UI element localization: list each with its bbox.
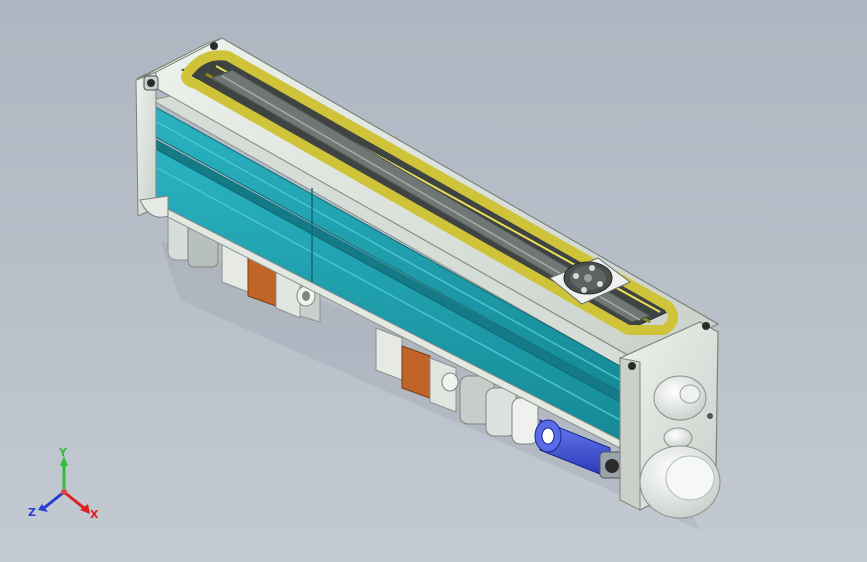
right-end-cap bbox=[619, 321, 721, 519]
screw-icon bbox=[702, 322, 710, 330]
screw-icon bbox=[210, 42, 218, 50]
cad-viewport[interactable]: Y Z X bbox=[0, 0, 867, 562]
triad-origin bbox=[61, 489, 67, 495]
screw-icon bbox=[147, 79, 155, 87]
axis-triad: Y Z X bbox=[28, 446, 99, 521]
screw-icon bbox=[628, 362, 636, 370]
y-axis-label: Y bbox=[58, 446, 68, 459]
z-axis-label: Z bbox=[28, 506, 36, 519]
linear-module-3d-model[interactable] bbox=[0, 0, 867, 562]
x-axis-label: X bbox=[90, 508, 99, 521]
screw-icon bbox=[707, 413, 713, 419]
